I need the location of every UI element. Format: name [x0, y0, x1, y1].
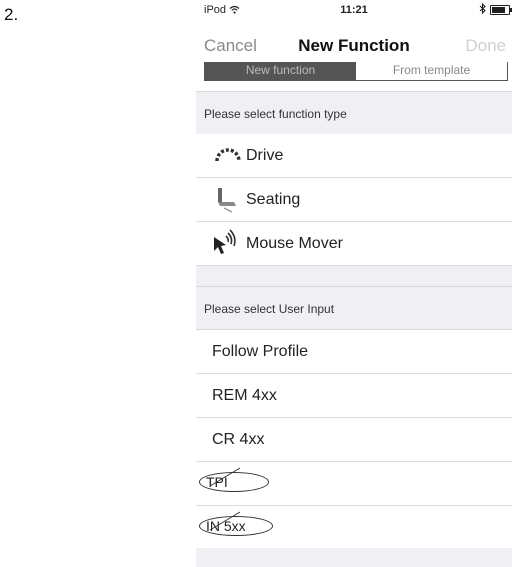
- function-item-label: Seating: [246, 191, 301, 208]
- step-label: 2.: [4, 5, 19, 24]
- strike-mark: [206, 466, 246, 495]
- input-item-label: Follow Profile: [212, 343, 309, 360]
- function-item-label: Drive: [246, 147, 284, 164]
- done-button[interactable]: Done: [465, 36, 506, 56]
- function-item-label: Mouse Mover: [246, 235, 343, 252]
- input-item-label: CR 4xx: [212, 431, 265, 448]
- strike-mark: [206, 510, 246, 539]
- function-item-mouse-mover[interactable]: Mouse Mover: [196, 222, 512, 266]
- footer-spacer: [196, 548, 512, 567]
- input-item-tpi[interactable]: TPI: [196, 462, 512, 506]
- bluetooth-icon: [479, 2, 486, 17]
- segment-from-template[interactable]: From template: [356, 62, 507, 80]
- input-item-in-5xx[interactable]: IN 5xx: [196, 506, 512, 550]
- navigation-bar: Cancel New Function Done: [196, 26, 512, 62]
- phone-screen: iPod 11:21 Cancel New Function Done New …: [196, 0, 512, 567]
- input-item-follow-profile[interactable]: Follow Profile: [196, 330, 512, 374]
- input-item-label: REM 4xx: [212, 387, 277, 404]
- clock: 11:21: [340, 4, 368, 16]
- seating-icon: [214, 186, 240, 219]
- function-item-seating[interactable]: Seating: [196, 178, 512, 222]
- function-type-header-label: Please select function type: [204, 107, 347, 121]
- battery-icon: [490, 5, 512, 15]
- section-spacer: [196, 266, 512, 287]
- user-input-header: Please select User Input: [196, 287, 512, 330]
- drive-icon: [214, 147, 242, 168]
- user-input-header-label: Please select User Input: [204, 302, 335, 316]
- mouse-mover-icon: [212, 227, 242, 262]
- status-bar: iPod 11:21: [196, 0, 512, 20]
- function-type-header: Please select function type: [196, 91, 512, 135]
- status-right: [479, 2, 512, 17]
- segment-new-function[interactable]: New function: [205, 62, 356, 80]
- segmented-control: New function From template: [204, 62, 508, 81]
- input-item-cr-4xx[interactable]: CR 4xx: [196, 418, 512, 462]
- function-item-drive[interactable]: Drive: [196, 134, 512, 178]
- input-item-rem-4xx[interactable]: REM 4xx: [196, 374, 512, 418]
